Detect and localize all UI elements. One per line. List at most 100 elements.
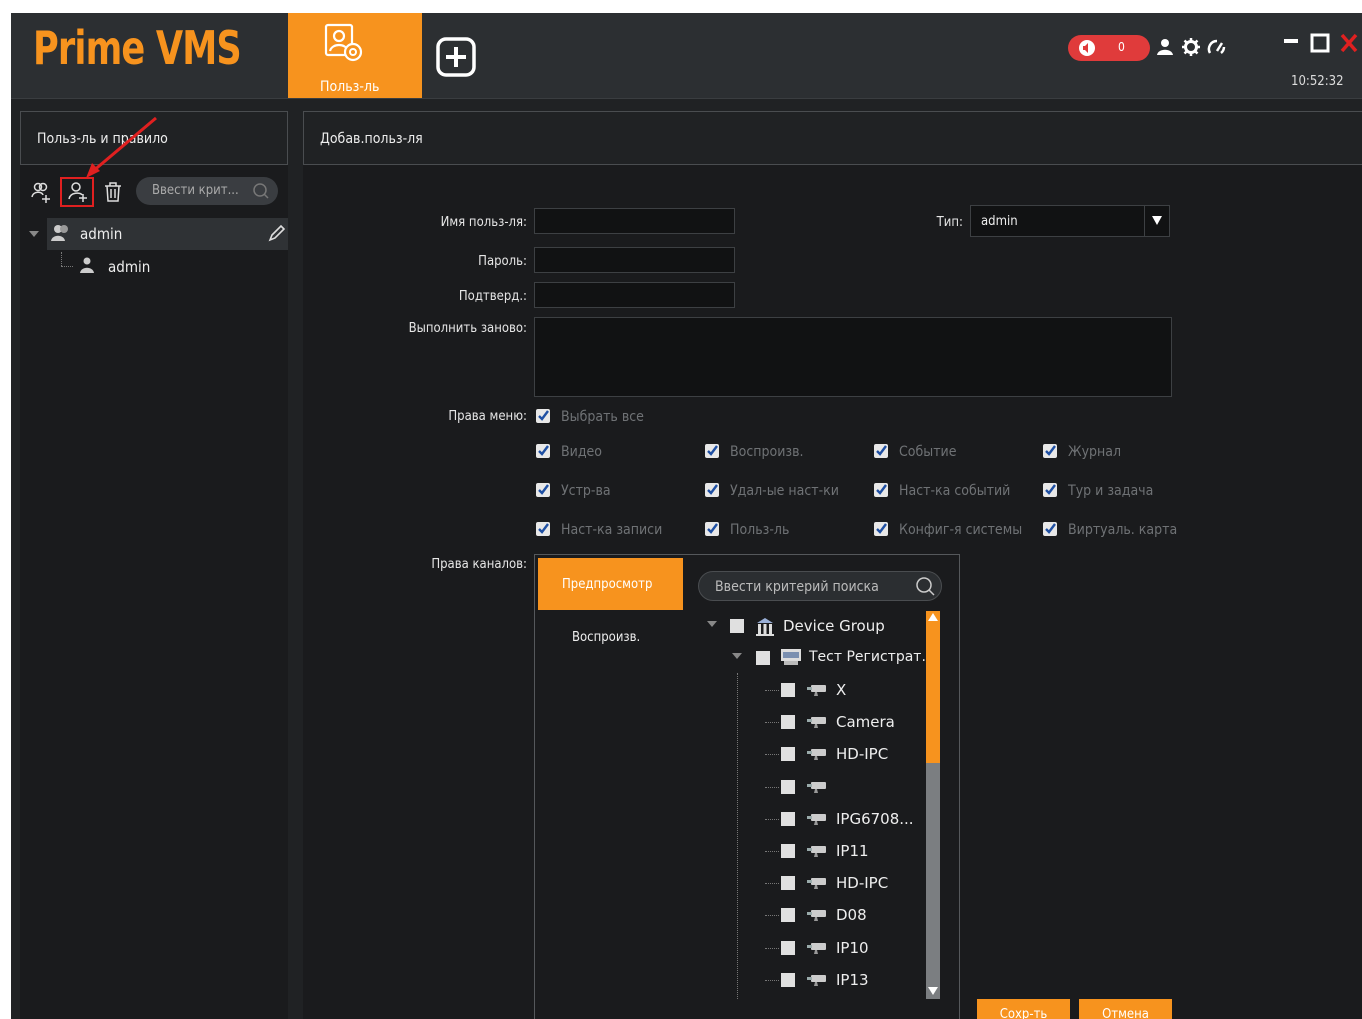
camera-label: IP10 <box>836 939 869 957</box>
menu-right-checkbox[interactable] <box>536 522 550 536</box>
search-icon <box>253 183 269 199</box>
camera-checkbox[interactable] <box>781 876 795 890</box>
users-panel: Польз-ль и правило Ввести крит... admin … <box>20 111 288 1019</box>
tree-group-admin[interactable]: admin <box>47 218 288 250</box>
users-search-placeholder: Ввести крит... <box>152 183 239 198</box>
tree-user-admin[interactable]: admin <box>75 253 275 281</box>
caret-down-icon[interactable] <box>707 621 717 627</box>
menu-right-label: Польз-ль <box>730 522 790 538</box>
gear-icon[interactable] <box>1181 37 1201 57</box>
menu-right-checkbox[interactable] <box>874 444 888 458</box>
channel-scrollbar[interactable] <box>926 611 940 999</box>
scroll-up-icon[interactable] <box>928 613 938 621</box>
menu-right-label: Удал-ые наст-ки <box>730 483 839 499</box>
repeat-label: Выполнить заново: <box>408 321 527 336</box>
close-icon[interactable] <box>1338 33 1358 53</box>
camera-icon <box>806 747 828 761</box>
menu-right-checkbox[interactable] <box>705 483 719 497</box>
scrollbar-thumb[interactable] <box>926 611 940 763</box>
save-button[interactable]: Сохр-ть <box>977 999 1070 1019</box>
menu-right-checkbox[interactable] <box>1043 522 1057 536</box>
camera-label: D08 <box>836 906 867 924</box>
camera-label: IP11 <box>836 842 869 860</box>
camera-icon <box>806 683 828 697</box>
password-input[interactable] <box>534 247 735 273</box>
edit-pencil-icon[interactable] <box>268 224 286 242</box>
caret-down-icon[interactable] <box>732 653 742 659</box>
tree-connector <box>765 690 779 691</box>
menu-right-checkbox[interactable] <box>705 522 719 536</box>
camera-label: HD-IPC <box>836 745 889 763</box>
performance-gauge-icon[interactable] <box>1207 37 1227 57</box>
type-select[interactable]: admin <box>970 205 1170 237</box>
alarm-indicator[interactable]: 0 <box>1068 35 1150 61</box>
repeat-textarea[interactable] <box>534 317 1172 397</box>
channel-rights-box: Предпросмотр Воспроизв. Ввести критерий … <box>534 554 960 1019</box>
add-group-icon[interactable] <box>30 181 52 203</box>
camera-checkbox[interactable] <box>781 780 795 794</box>
camera-label: Camera <box>836 713 895 731</box>
device-group-checkbox[interactable] <box>730 619 744 633</box>
type-dropdown-toggle[interactable] <box>1144 206 1169 236</box>
search-icon <box>916 577 935 596</box>
recorder-checkbox[interactable] <box>756 651 770 665</box>
username-input[interactable] <box>534 208 735 234</box>
confirm-password-input[interactable] <box>534 282 735 308</box>
menu-rights-label: Права меню: <box>448 409 527 424</box>
camera-checkbox[interactable] <box>781 908 795 922</box>
device-group-label: Device Group <box>783 617 885 635</box>
menu-right-label: Наст-ка событий <box>899 483 1011 499</box>
camera-icon <box>806 715 828 729</box>
camera-checkbox[interactable] <box>781 844 795 858</box>
camera-checkbox[interactable] <box>781 683 795 697</box>
menu-right-checkbox[interactable] <box>536 483 550 497</box>
menu-right-label: Видео <box>561 444 602 460</box>
menu-right-label: Событие <box>899 444 957 460</box>
recorder-icon <box>781 649 801 665</box>
camera-checkbox[interactable] <box>781 941 795 955</box>
tab-users-label: Польз-ль <box>320 79 380 95</box>
tab-playback[interactable]: Воспроизв. <box>572 630 640 645</box>
tab-preview-label: Предпросмотр <box>562 577 653 592</box>
menu-right-checkbox[interactable] <box>536 444 550 458</box>
cancel-button-label: Отмена <box>1102 1007 1149 1019</box>
camera-checkbox[interactable] <box>781 812 795 826</box>
maximize-icon[interactable] <box>1310 33 1330 53</box>
cancel-button[interactable]: Отмена <box>1079 999 1172 1019</box>
scroll-down-icon[interactable] <box>928 987 938 995</box>
camera-label: IP13 <box>836 971 869 989</box>
recorder-label: Тест Регистрат... <box>809 649 935 665</box>
camera-checkbox[interactable] <box>781 973 795 987</box>
menu-right-checkbox[interactable] <box>1043 444 1057 458</box>
minimize-icon[interactable] <box>1282 33 1302 53</box>
tab-preview[interactable]: Предпросмотр <box>538 558 683 610</box>
menu-right-checkbox[interactable] <box>874 522 888 536</box>
menu-right-checkbox[interactable] <box>1043 483 1057 497</box>
camera-checkbox[interactable] <box>781 715 795 729</box>
title-bar: Prime VMS Польз-ль 0 10:52:32 <box>11 13 1362 99</box>
camera-icon <box>806 876 828 890</box>
menu-right-checkbox[interactable] <box>874 483 888 497</box>
user-icon[interactable] <box>1155 37 1175 57</box>
username-label: Имя польз-ля: <box>440 215 527 230</box>
tree-connector <box>61 266 73 267</box>
tree-connector <box>765 851 779 852</box>
camera-label: IPG6708... <box>836 810 914 828</box>
chevron-down-icon <box>1152 216 1162 225</box>
user-group-icon <box>51 225 68 241</box>
menu-right-checkbox[interactable] <box>705 444 719 458</box>
tree-group-label: admin <box>80 225 123 243</box>
add-tab-icon[interactable] <box>434 35 478 79</box>
channel-search-input[interactable]: Ввести критерий поиска <box>698 571 942 601</box>
tree-connector <box>765 980 779 981</box>
users-search-input[interactable]: Ввести крит... <box>136 177 278 205</box>
tab-users[interactable]: Польз-ль <box>288 13 422 98</box>
caret-down-icon[interactable] <box>29 231 39 237</box>
save-button-label: Сохр-ть <box>999 1007 1048 1019</box>
tree-connector <box>765 948 779 949</box>
camera-checkbox[interactable] <box>781 747 795 761</box>
trash-icon[interactable] <box>102 181 124 203</box>
confirm-label: Подтверд.: <box>458 289 527 304</box>
select-all-checkbox[interactable] <box>536 409 550 423</box>
menu-right-label: Наст-ка записи <box>561 522 663 538</box>
